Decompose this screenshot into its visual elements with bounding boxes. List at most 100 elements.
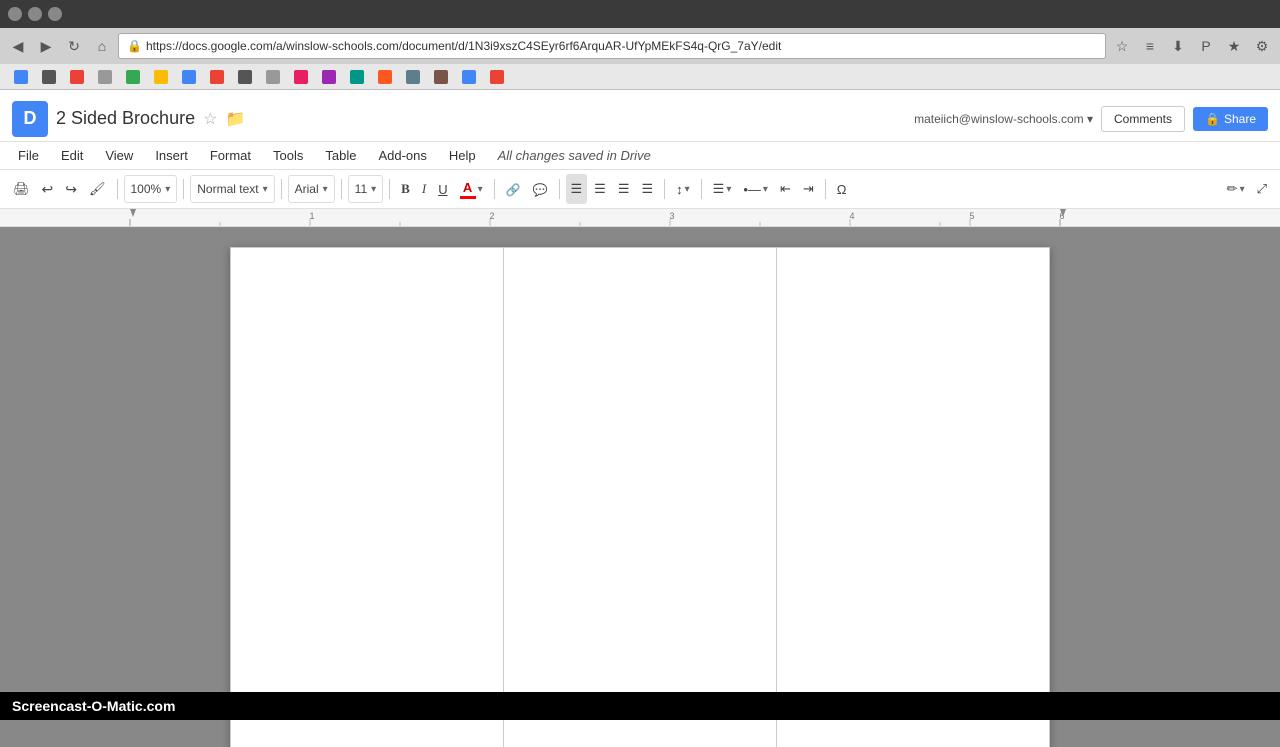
bookmark-item-16[interactable] [428, 68, 454, 86]
menu-insert[interactable]: Insert [145, 144, 198, 167]
zoom-dropdown[interactable]: 100% ▾ [124, 175, 178, 203]
bookmark-item-12[interactable] [316, 68, 342, 86]
table-cell-2[interactable] [504, 248, 777, 747]
ruler-svg: 1 2 3 4 5 6 [0, 209, 1280, 227]
menu-addons[interactable]: Add-ons [368, 144, 436, 167]
nav-extra2-button[interactable]: P [1194, 34, 1218, 58]
format-paint-icon [89, 181, 106, 197]
nav-refresh-button[interactable]: ↻ [62, 34, 86, 58]
numbered-list-button[interactable]: ☰▾ [708, 174, 737, 204]
bookmark-item-13[interactable] [344, 68, 370, 86]
bookmark-item-15[interactable] [400, 68, 426, 86]
nav-extra1-button[interactable]: ⬇ [1166, 34, 1190, 58]
gdocs-user-email[interactable]: mateiich@winslow-schools.com ▾ [914, 112, 1093, 126]
indent-decrease-button[interactable]: ⇤ [775, 174, 796, 204]
menu-view[interactable]: View [95, 144, 143, 167]
bookmark-item-2[interactable] [36, 68, 62, 86]
insert-comment-button[interactable] [528, 174, 553, 204]
line-spacing-button[interactable]: ↕▾ [671, 174, 695, 204]
underline-button[interactable] [433, 174, 452, 204]
style-dropdown[interactable]: Normal text ▾ [190, 175, 274, 203]
nav-back-button[interactable]: ◀ [6, 34, 30, 58]
format-paint-button[interactable] [84, 174, 111, 204]
pencil-button[interactable]: ✏▾ [1222, 174, 1250, 204]
fontsize-dropdown[interactable]: 11 ▾ [348, 175, 384, 203]
doc-page: | [230, 247, 1050, 747]
bookmark-item-18[interactable] [484, 68, 510, 86]
share-button[interactable]: 🔒 Share [1193, 107, 1268, 131]
link-button[interactable] [501, 174, 526, 204]
bookmark-item-9[interactable] [232, 68, 258, 86]
expand-button[interactable]: ⤢ [1252, 174, 1272, 204]
bookmark-item-8[interactable] [204, 68, 230, 86]
nav-extra4-button[interactable]: ⚙ [1250, 34, 1274, 58]
table-cell-1[interactable] [231, 248, 504, 747]
bold-icon [401, 181, 410, 197]
bookmark-item-5[interactable] [120, 68, 146, 86]
screencast-bar: Screencast-O-Matic.com [0, 692, 1280, 720]
menu-help[interactable]: Help [439, 144, 486, 167]
line-spacing-icon: ↕ [676, 182, 683, 197]
underline-icon [438, 182, 447, 197]
menu-edit[interactable]: Edit [51, 144, 93, 167]
address-bar[interactable]: 🔒 https://docs.google.com/a/winslow-scho… [118, 33, 1106, 59]
browser-navbar: ◀ ▶ ↻ ⌂ 🔒 https://docs.google.com/a/wins… [0, 28, 1280, 64]
bold-button[interactable] [396, 174, 415, 204]
menu-file[interactable]: File [8, 144, 49, 167]
font-dropdown[interactable]: Arial ▾ [288, 175, 335, 203]
align-center-button[interactable]: ☰ [589, 174, 611, 204]
bookmark-item-7[interactable] [176, 68, 202, 86]
nav-forward-button[interactable]: ▶ [34, 34, 58, 58]
menu-table[interactable]: Table [315, 144, 366, 167]
toolbar-separator-4 [341, 179, 342, 199]
toolbar-separator-6 [494, 179, 495, 199]
toolbar-separator-8 [664, 179, 665, 199]
numbered-list-icon: ☰ [713, 181, 725, 197]
titlebar-btn-3 [48, 7, 62, 21]
svg-text:4: 4 [849, 211, 854, 221]
font-dropdown-arrow: ▾ [323, 184, 328, 195]
zoom-value: 100% [131, 182, 162, 196]
gdocs-header-right: mateiich@winslow-schools.com ▾ Comments … [914, 106, 1268, 132]
menu-format[interactable]: Format [200, 144, 261, 167]
font-color-button[interactable]: A ▾ [455, 174, 488, 204]
nav-star-button[interactable]: ☆ [1110, 34, 1134, 58]
special-chars-button[interactable]: Ω [832, 174, 852, 204]
nav-menu-button[interactable]: ≡ [1138, 34, 1162, 58]
bookmark-item-1[interactable] [8, 68, 34, 86]
titlebar-btn-1 [8, 7, 22, 21]
doc-area[interactable]: | [0, 227, 1280, 747]
address-bar-url: https://docs.google.com/a/winslow-school… [146, 39, 781, 53]
font-color-bar [460, 196, 476, 199]
bookmark-item-17[interactable] [456, 68, 482, 86]
indent-increase-button[interactable]: ⇥ [798, 174, 819, 204]
justify-button[interactable]: ☰ [636, 174, 658, 204]
bookmark-item-10[interactable] [260, 68, 286, 86]
bookmark-item-4[interactable] [92, 68, 118, 86]
undo-button[interactable] [37, 174, 59, 204]
gdocs-document-title[interactable]: 2 Sided Brochure [56, 108, 195, 129]
bulleted-list-button[interactable]: •—▾ [738, 174, 773, 204]
gdocs-folder-icon[interactable]: 📁 [225, 109, 245, 129]
doc-table[interactable] [230, 247, 1050, 747]
align-right-button[interactable]: ☰ [613, 174, 635, 204]
print-button[interactable] [8, 174, 35, 204]
redo-icon [65, 181, 77, 198]
align-left-button[interactable]: ☰ [566, 174, 588, 204]
gdocs-header-left: D 2 Sided Brochure ☆ 📁 [12, 101, 245, 137]
bookmark-item-14[interactable] [372, 68, 398, 86]
bookmark-item-11[interactable] [288, 68, 314, 86]
bookmark-item-3[interactable] [64, 68, 90, 86]
redo-button[interactable] [60, 174, 82, 204]
menu-tools[interactable]: Tools [263, 144, 313, 167]
nav-home-button[interactable]: ⌂ [90, 34, 114, 58]
svg-text:3: 3 [669, 211, 674, 221]
italic-button[interactable] [417, 174, 431, 204]
table-cell-3[interactable] [777, 248, 1050, 747]
save-status: All changes saved in Drive [498, 148, 651, 163]
gdocs-star-icon[interactable]: ☆ [203, 109, 217, 129]
toolbar: 100% ▾ Normal text ▾ Arial ▾ 11 ▾ A ▾ ☰ … [0, 169, 1280, 209]
comments-button[interactable]: Comments [1101, 106, 1185, 132]
bookmark-item-6[interactable] [148, 68, 174, 86]
nav-extra3-button[interactable]: ★ [1222, 34, 1246, 58]
